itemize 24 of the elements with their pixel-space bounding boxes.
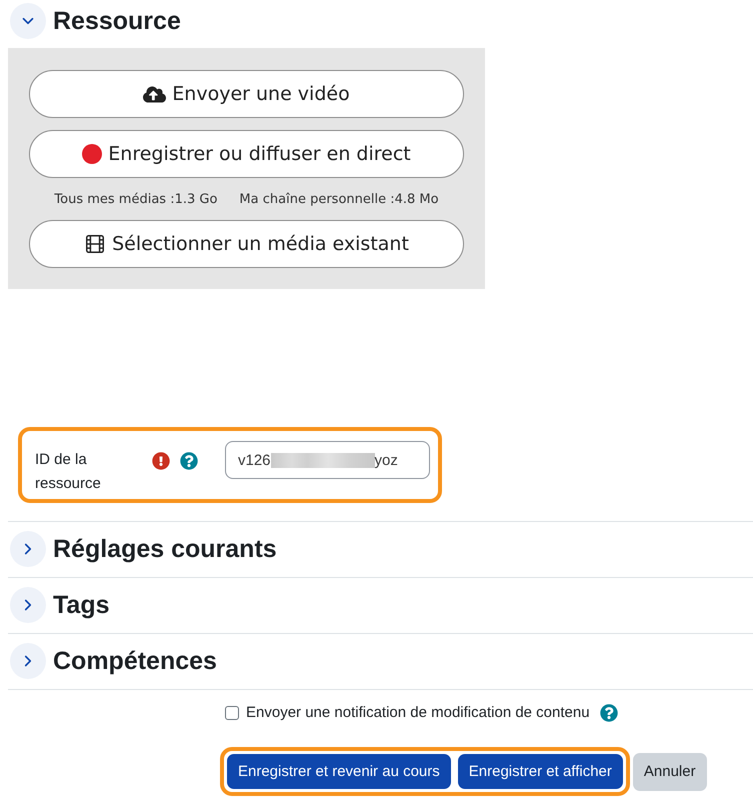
collapse-toggle[interactable] (10, 531, 46, 567)
action-button[interactable]: Enregistrer et revenir au cours (227, 754, 451, 789)
film-icon (84, 233, 106, 255)
quota-text: Tous mes médias :1.3 Go (54, 192, 218, 206)
collapse-toggle[interactable] (10, 587, 46, 623)
quota-text: Ma chaîne personnelle :4.8 Mo (239, 192, 439, 206)
collapse-toggle[interactable] (10, 3, 46, 39)
help-icon[interactable] (600, 704, 618, 722)
field-label: ID de la ressource (35, 450, 102, 494)
section-title: Réglages courants (53, 534, 277, 564)
section-title: Tags (53, 590, 110, 620)
section-title: Compétences (53, 646, 217, 676)
action-button[interactable]: Annuler (632, 752, 707, 790)
collapse-toggle[interactable] (10, 643, 46, 679)
input-field[interactable]: v126 yoz (225, 441, 430, 479)
media-button[interactable]: Sélectionner un média existant (29, 220, 464, 268)
section-title: Ressource (53, 6, 181, 36)
media-button[interactable]: Envoyer une vidéo (29, 70, 464, 118)
action-button[interactable]: Enregistrer et afficher (458, 754, 623, 789)
media-button[interactable]: Enregistrer ou diffuser en direct (29, 130, 464, 178)
recording-dot-icon (82, 144, 102, 164)
checkbox-label: Envoyer une notification de modification de contenu (246, 704, 590, 721)
checkbox[interactable] (225, 706, 239, 720)
help-icon[interactable] (180, 452, 198, 470)
